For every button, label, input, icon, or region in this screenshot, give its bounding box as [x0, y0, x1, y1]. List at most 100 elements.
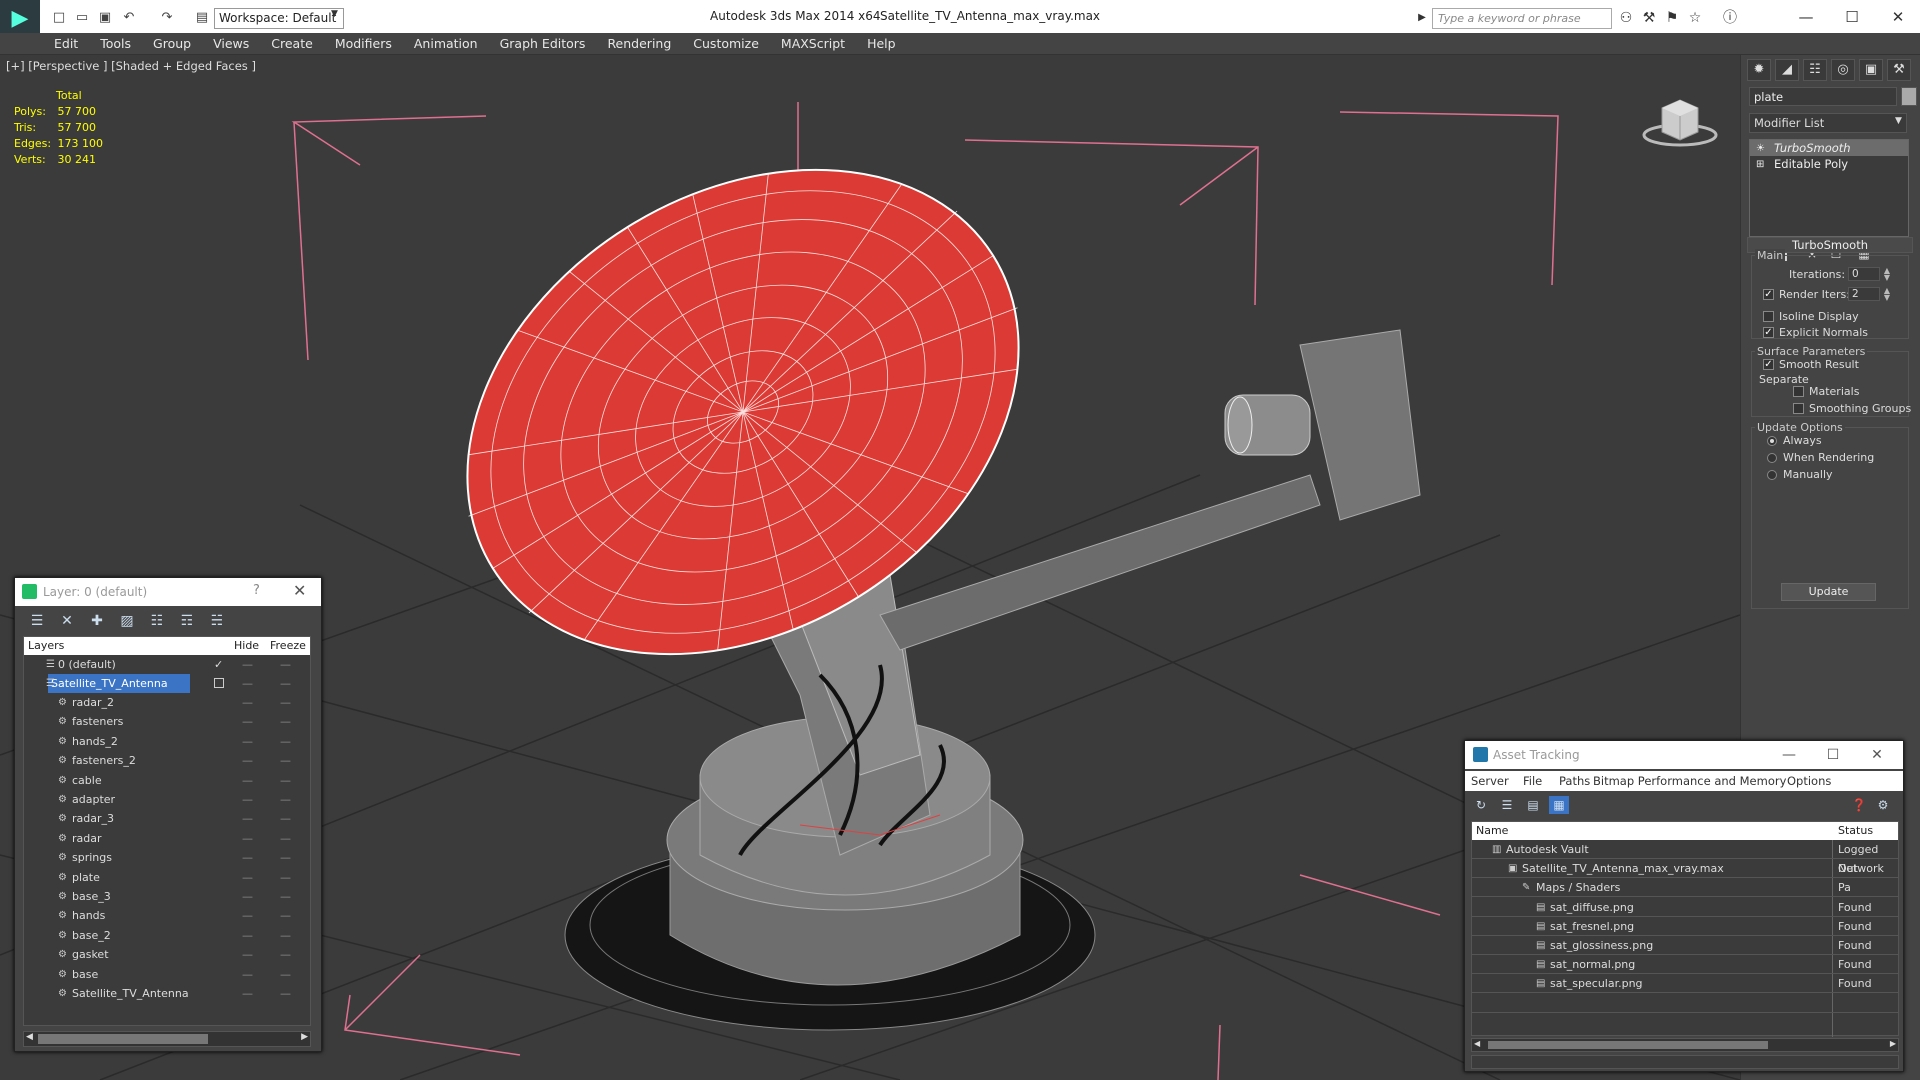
layer-row-default[interactable]: ☰ 0 (default) ✓ — — [24, 655, 310, 674]
object-color-swatch[interactable] [1901, 87, 1917, 106]
delete-layer-icon[interactable]: ✕ [57, 612, 77, 630]
menu-graph-editors[interactable]: Graph Editors [489, 33, 597, 55]
render-iters-spinner[interactable]: 2 [1848, 287, 1880, 301]
freeze-toggle[interactable]: — [280, 848, 291, 867]
layer-object-row[interactable]: ⚙ Satellite_TV_Antenna — — [24, 984, 310, 1003]
layer-object-row[interactable]: ⚙ fasteners_2 — — [24, 751, 310, 770]
layer-object-row[interactable]: ⚙ springs — — [24, 848, 310, 867]
modify-tab-icon[interactable]: ◢ [1775, 59, 1799, 81]
hide-toggle[interactable]: — [242, 906, 253, 925]
hide-toggle[interactable]: — [242, 712, 253, 731]
layer-horizontal-scrollbar[interactable]: ◀ ▶ [23, 1031, 311, 1047]
asset-menu-options[interactable]: Options [1787, 774, 1831, 788]
freeze-toggle[interactable]: — [280, 674, 291, 693]
menu-help[interactable]: Help [856, 33, 907, 55]
spinner-arrows-icon[interactable]: ▲ ▼ [1882, 287, 1892, 302]
help-icon[interactable]: ⓘ [1722, 10, 1738, 26]
freeze-toggle[interactable]: — [280, 887, 291, 906]
table-view-icon[interactable]: ▤ [1523, 796, 1543, 814]
favorites-star-icon[interactable]: ☆ [1687, 10, 1703, 26]
undo-icon[interactable]: ↶ [120, 9, 138, 27]
create-tab-icon[interactable]: ✹ [1747, 59, 1771, 81]
maximize-button[interactable]: ☐ [1832, 4, 1872, 30]
layer-row-satellite-tv-antenna[interactable]: ☰ Satellite_TV_Antenna — — [24, 674, 310, 693]
hide-toggle[interactable]: — [242, 829, 253, 848]
viewport-label[interactable]: [+] [Perspective ] [Shaded + Edged Faces… [6, 59, 256, 73]
when-rendering-radio[interactable] [1767, 453, 1777, 463]
freeze-toggle[interactable]: — [280, 926, 291, 945]
col-status[interactable]: Status [1838, 824, 1873, 837]
freeze-toggle[interactable]: — [280, 771, 291, 790]
menu-group[interactable]: Group [142, 33, 202, 55]
refresh-icon[interactable]: ↻ [1471, 796, 1491, 814]
help-icon[interactable]: ❓ [1849, 796, 1869, 814]
col-hide[interactable]: Hide [234, 639, 259, 652]
object-name-field[interactable]: plate [1749, 87, 1897, 106]
highlight-layer-icon[interactable]: ☷ [147, 612, 167, 630]
hide-toggle[interactable]: — [242, 848, 253, 867]
close-button[interactable]: ✕ [1859, 744, 1895, 766]
project-folder-icon[interactable]: ▤ [193, 9, 211, 27]
layer-object-row[interactable]: ⚙ fasteners — — [24, 712, 310, 731]
layer-object-row[interactable]: ⚙ plate — — [24, 868, 310, 887]
asset-row[interactable]: ▣ Satellite_TV_Antenna_max_vray.max Networ… [1472, 859, 1898, 894]
freeze-toggle[interactable]: — [280, 712, 291, 731]
always-radio[interactable] [1767, 436, 1777, 446]
col-name[interactable]: Name [1476, 824, 1508, 837]
hide-toggle[interactable]: — [242, 965, 253, 984]
settings-icon[interactable]: ⚙ [1873, 796, 1893, 814]
explicit-normals-checkbox[interactable]: ✓ [1763, 327, 1774, 338]
close-button[interactable]: ✕ [1878, 4, 1918, 30]
manually-radio[interactable] [1767, 470, 1777, 480]
maximize-button[interactable]: ☐ [1815, 744, 1851, 766]
smooth-result-checkbox[interactable]: ✓ [1763, 359, 1774, 370]
list-view-icon[interactable]: ☰ [1497, 796, 1517, 814]
asset-list[interactable]: Name Status ▥ Autodesk Vault Logged Out ▣ Sa… [1471, 821, 1899, 1037]
freeze-toggle[interactable]: — [280, 790, 291, 809]
menu-animation[interactable]: Animation [403, 33, 489, 55]
search-input[interactable]: Type a keyword or phrase [1432, 8, 1612, 29]
expand-search-icon[interactable]: ▶ [1414, 10, 1430, 26]
hide-toggle[interactable]: — [242, 790, 253, 809]
expand-plus-icon[interactable]: ⊞ [1756, 157, 1764, 173]
motion-tab-icon[interactable]: ◎ [1831, 59, 1855, 81]
help-button[interactable]: ? [253, 583, 260, 598]
hide-all-layers-icon[interactable]: ☶ [177, 612, 197, 630]
binoculars-icon[interactable]: ⚇ [1618, 10, 1634, 26]
menu-views[interactable]: Views [202, 33, 260, 55]
menu-rendering[interactable]: Rendering [596, 33, 682, 55]
new-file-icon[interactable]: □ [50, 9, 68, 27]
layers-icon[interactable]: ☰ [27, 612, 47, 630]
asset-row[interactable]: ▤ sat_diffuse.png Found [1472, 898, 1898, 917]
freeze-toggle[interactable]: — [280, 751, 291, 770]
layer-object-row[interactable]: ⚙ cable — — [24, 771, 310, 790]
layer-object-row[interactable]: ⚙ radar — — [24, 829, 310, 848]
communication-center-icon[interactable]: ⚑ [1664, 10, 1680, 26]
hierarchy-tab-icon[interactable]: ☷ [1803, 59, 1827, 81]
set-current-box[interactable] [214, 678, 224, 688]
minimize-button[interactable]: — [1771, 744, 1807, 766]
asset-horizontal-scrollbar[interactable]: ◀ ▶ [1471, 1038, 1899, 1052]
freeze-toggle[interactable]: — [280, 693, 291, 712]
freeze-all-layers-icon[interactable]: ☵ [207, 612, 227, 630]
render-iters-checkbox[interactable]: ✓ [1763, 289, 1774, 300]
layer-object-row[interactable]: ⚙ hands — — [24, 906, 310, 925]
hide-toggle[interactable]: — [242, 809, 253, 828]
save-file-icon[interactable]: ▣ [96, 9, 114, 27]
update-button[interactable]: Update [1781, 583, 1876, 601]
hide-toggle[interactable]: — [242, 868, 253, 887]
layer-object-row[interactable]: ⚙ base — — [24, 965, 310, 984]
hide-toggle[interactable]: — [242, 674, 253, 693]
layer-object-row[interactable]: ⚙ hands_2 — — [24, 732, 310, 751]
redo-icon[interactable]: ↷ [158, 9, 176, 27]
isoline-display-checkbox[interactable] [1763, 311, 1774, 322]
spinner-arrows-icon[interactable]: ▲ ▼ [1882, 267, 1892, 282]
stack-item-editable-poly[interactable]: ⊞ Editable Poly [1750, 156, 1908, 172]
layer-object-row[interactable]: ⚙ base_3 — — [24, 887, 310, 906]
hide-toggle[interactable]: — [242, 751, 253, 770]
asset-menu-bitmap-performance[interactable]: Bitmap Performance and Memory [1593, 774, 1786, 788]
hide-toggle[interactable]: — [242, 926, 253, 945]
freeze-toggle[interactable]: — [280, 906, 291, 925]
current-layer-check-icon[interactable]: ✓ [214, 655, 223, 674]
scroll-left-icon[interactable]: ◀ [26, 1032, 33, 1042]
